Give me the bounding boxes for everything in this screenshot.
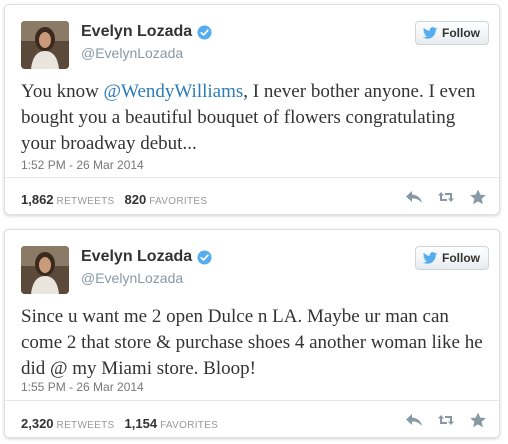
follow-button[interactable]: Follow — [415, 246, 489, 270]
verified-badge-icon — [197, 249, 212, 265]
retweets-stat[interactable]: 1,862 RETWEETS — [21, 192, 115, 207]
favorites-stat[interactable]: 1,154 FAVORITES — [125, 416, 219, 431]
tweet-text: Since u want me 2 open Dulce n LA. Maybe… — [21, 306, 483, 379]
avatar[interactable] — [21, 21, 69, 69]
retweet-icon[interactable] — [437, 189, 455, 205]
tweet-text-start: You know — [21, 81, 104, 102]
favorite-star-icon[interactable] — [469, 412, 487, 428]
follow-button-label: Follow — [442, 251, 480, 265]
retweets-stat[interactable]: 2,320 RETWEETS — [21, 416, 115, 431]
verified-badge-icon — [197, 24, 212, 40]
favorites-count: 1,154 — [124, 416, 158, 431]
tweet-timestamp[interactable]: 1:52 PM - 26 Mar 2014 — [21, 158, 144, 172]
divider — [5, 400, 499, 401]
tweet-actions — [405, 189, 487, 205]
twitter-bird-icon — [422, 26, 438, 39]
tweet-stats: 1,862 RETWEETS 820 FAVORITES — [21, 192, 207, 207]
favorites-label: FAVORITES — [160, 420, 219, 431]
retweets-count: 1,862 — [21, 192, 54, 207]
author-name-text[interactable]: Evelyn Lozada — [81, 248, 192, 266]
tweet-text: You know @WendyWilliams, I never bother … — [21, 79, 485, 157]
divider — [5, 177, 499, 178]
retweets-count: 2,320 — [21, 416, 54, 431]
author-name[interactable]: Evelyn Lozada — [81, 23, 212, 41]
tweet-card: Evelyn Lozada @EvelynLozada Follow You k… — [4, 4, 500, 215]
author-name[interactable]: Evelyn Lozada — [81, 248, 212, 266]
tweet-card: Evelyn Lozada @EvelynLozada Follow Since… — [4, 229, 500, 438]
author-handle[interactable]: @EvelynLozada — [81, 270, 183, 286]
author-name-text[interactable]: Evelyn Lozada — [81, 23, 192, 41]
follow-button-label: Follow — [442, 26, 480, 40]
twitter-bird-icon — [422, 251, 438, 264]
avatar[interactable] — [21, 246, 69, 294]
favorites-label: FAVORITES — [149, 196, 208, 207]
favorites-count: 820 — [124, 192, 147, 207]
favorites-stat[interactable]: 820 FAVORITES — [125, 192, 208, 207]
tweet-timestamp[interactable]: 1:55 PM - 26 Mar 2014 — [21, 380, 144, 394]
favorite-star-icon[interactable] — [469, 189, 487, 205]
retweets-label: RETWEETS — [56, 420, 115, 431]
retweets-label: RETWEETS — [56, 196, 115, 207]
retweet-icon[interactable] — [437, 412, 455, 428]
tweet-actions — [405, 412, 487, 428]
reply-icon[interactable] — [405, 189, 423, 205]
author-handle[interactable]: @EvelynLozada — [81, 45, 183, 61]
tweet-stats: 2,320 RETWEETS 1,154 FAVORITES — [21, 416, 218, 431]
mention-link[interactable]: @WendyWilliams — [104, 81, 244, 102]
reply-icon[interactable] — [405, 412, 423, 428]
follow-button[interactable]: Follow — [415, 21, 489, 45]
